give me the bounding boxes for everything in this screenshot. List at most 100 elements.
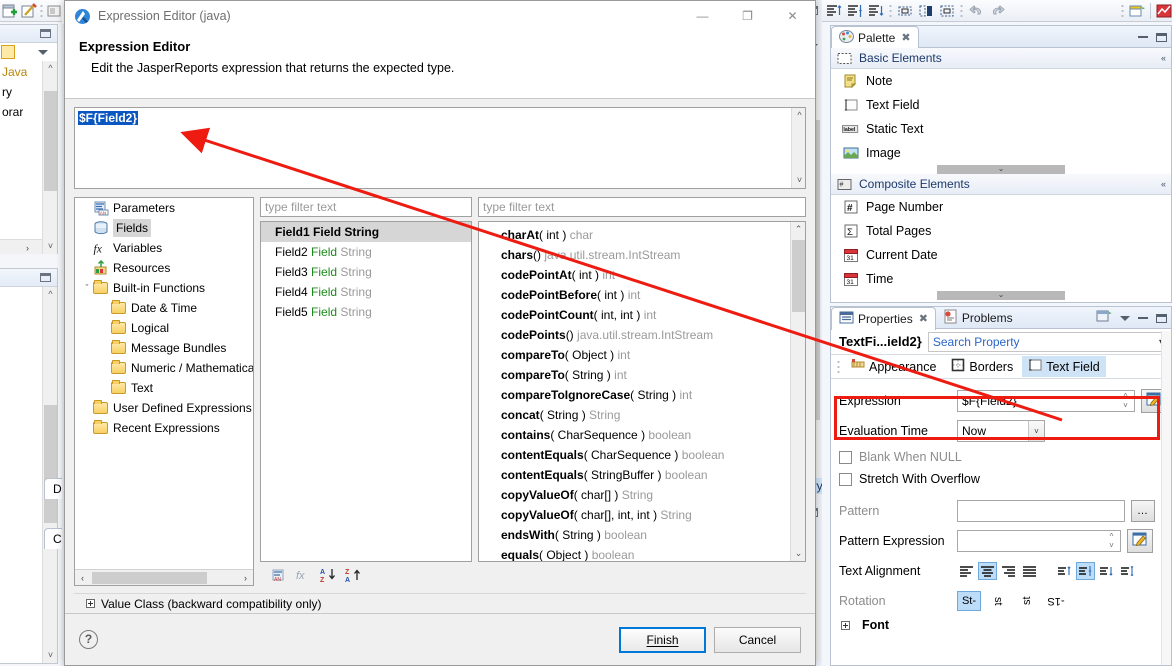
wizard-wand-icon[interactable]: [21, 2, 37, 19]
align-middle-icon[interactable]: [847, 3, 863, 19]
chevron-right-icon[interactable]: «: [1161, 179, 1166, 189]
valign-top-icon[interactable]: [1055, 562, 1074, 580]
blank-when-null-row[interactable]: Blank When NULL: [839, 446, 1167, 468]
tree-item-message-bundles[interactable]: Message Bundles: [75, 338, 253, 358]
chevron-down-icon[interactable]: ⌄: [937, 291, 1065, 300]
spin-up-icon-2[interactable]: ^: [1110, 532, 1114, 541]
fields-list-item[interactable]: Field4 Field String: [261, 282, 471, 302]
size-to-fit-icon[interactable]: [897, 3, 913, 19]
stretch-with-overflow-checkbox[interactable]: [839, 472, 852, 486]
methods-list-item[interactable]: codePoints() java.util.stream.IntStream: [479, 325, 790, 345]
tab-borders[interactable]: Borders: [945, 356, 1019, 377]
chevron-down-icon-eval[interactable]: ˅: [1028, 421, 1044, 441]
tab-palette[interactable]: Palette ✖: [831, 25, 919, 49]
scroll-down-icon-2[interactable]: ˅: [43, 648, 58, 663]
methods-vscrollbar[interactable]: ⌃ ⌄: [790, 222, 805, 561]
tree-hscroll-thumb[interactable]: [92, 571, 207, 584]
tree-hscroll-right-icon[interactable]: ›: [238, 573, 253, 583]
palette-section-composite-elements[interactable]: # Composite Elements «: [831, 174, 1171, 195]
scroll-thumb-2[interactable]: [44, 405, 57, 523]
expr-scroll-up-icon[interactable]: ^: [792, 108, 807, 123]
minimize-icon-props[interactable]: [1138, 317, 1148, 319]
close-button[interactable]: ✕: [770, 1, 815, 31]
tree-hscrollbar[interactable]: ‹ ›: [75, 569, 253, 585]
palette-section-basic-elements[interactable]: Basic Elements «: [831, 48, 1171, 69]
maximize-icon-2[interactable]: [40, 273, 51, 282]
fields-list-item[interactable]: Field5 Field String: [261, 302, 471, 322]
spin-down-icon-2[interactable]: ˅: [1109, 541, 1114, 550]
minimize-icon-pal[interactable]: [1138, 36, 1148, 38]
scroll-up-icon-2[interactable]: ^: [43, 287, 58, 302]
methods-list-item[interactable]: contentEquals( CharSequence ) boolean: [479, 445, 790, 465]
fields-list-item[interactable]: Field2 Field String: [261, 242, 471, 262]
minimize-button[interactable]: —: [680, 1, 725, 31]
methods-list-item[interactable]: endsWith( String ) boolean: [479, 525, 790, 545]
align-left-icon[interactable]: [957, 562, 976, 580]
left-upper-hscrollbar[interactable]: [0, 239, 42, 254]
close-icon[interactable]: ✖: [901, 31, 910, 44]
tab-appearance[interactable]: Appearance: [845, 356, 942, 377]
valign-bottom-icon[interactable]: [1097, 562, 1116, 580]
tree-item-date-time[interactable]: Date & Time: [75, 298, 253, 318]
palette-item-note[interactable]: Note: [831, 69, 1171, 93]
delete-icon[interactable]: [46, 3, 62, 19]
pattern-expression-editor-button[interactable]: [1127, 529, 1153, 553]
help-button[interactable]: ?: [79, 630, 98, 649]
methods-list-item[interactable]: chars() java.util.stream.IntStream: [479, 245, 790, 265]
rotation-90-icon[interactable]: st: [986, 591, 1010, 611]
methods-filter-input[interactable]: type filter text: [478, 197, 806, 217]
expand-plus-icon[interactable]: [86, 599, 95, 608]
sort-az-down-icon[interactable]: A Z: [320, 567, 336, 584]
valign-middle-icon[interactable]: [1076, 562, 1095, 580]
scroll-thumb[interactable]: [44, 91, 57, 191]
pattern-browse-button[interactable]: …: [1131, 500, 1155, 522]
tree-item-user-defined-expressions[interactable]: User Defined Expressions: [75, 398, 253, 418]
rotation-270-icon[interactable]: st: [1015, 591, 1039, 611]
methods-scroll-up-icon[interactable]: ⌃: [791, 222, 805, 237]
left-upper-vscrollbar[interactable]: ^ ˅: [42, 61, 57, 254]
tree-item-recent-expressions[interactable]: Recent Expressions: [75, 418, 253, 438]
evaluation-time-select[interactable]: Now ˅: [957, 420, 1045, 442]
chart-icon[interactable]: [1156, 3, 1172, 19]
tree-item-built-in-functions[interactable]: ˇ Built-in Functions: [75, 278, 253, 298]
sort-za-up-icon[interactable]: Z A: [345, 567, 361, 584]
new-report-icon-2[interactable]: [1129, 3, 1145, 19]
left-lower-vscrollbar[interactable]: ^ ˅: [42, 287, 57, 663]
font-section[interactable]: Font: [839, 616, 1167, 634]
methods-list-item[interactable]: copyValueOf( char[], int, int ) String: [479, 505, 790, 525]
tree-item-variables[interactable]: fx Variables: [75, 238, 253, 258]
new-view-icon[interactable]: [1096, 309, 1112, 327]
rotation-none-icon[interactable]: St-: [957, 591, 981, 611]
scroll-down-icon[interactable]: ˅: [43, 239, 58, 254]
tab-properties[interactable]: Properties ✖: [831, 306, 936, 330]
pattern-expression-input[interactable]: ^ ˅: [957, 530, 1121, 552]
font-expand-plus-icon[interactable]: [841, 620, 850, 630]
align-top-icon[interactable]: [826, 3, 842, 19]
expression-vscrollbar[interactable]: ^ ˅: [791, 108, 805, 188]
palette-item-total-pages[interactable]: Σ Total Pages: [831, 219, 1171, 243]
tree-item-text[interactable]: Text: [75, 378, 253, 398]
match-height-icon[interactable]: [918, 3, 934, 19]
category-tree[interactable]: AN Parameters Fields fx Variables Resources ˇ B…: [75, 198, 254, 569]
pattern-expression-spinner[interactable]: ^ ˅: [1105, 532, 1118, 550]
align-justify-icon[interactable]: [1020, 562, 1039, 580]
rotation-180-icon[interactable]: -1S: [1044, 591, 1068, 611]
properties-vscrollbar[interactable]: [1161, 331, 1171, 665]
value-class-section[interactable]: Value Class (backward compatibility only…: [74, 593, 806, 613]
tree-item-resources[interactable]: Resources: [75, 258, 253, 278]
methods-list-item[interactable]: charAt( int ) char: [479, 225, 790, 245]
methods-scroll-thumb[interactable]: [792, 240, 805, 312]
align-bottom-icon[interactable]: [868, 3, 884, 19]
expression-textarea[interactable]: $F{Field2} ^ ˅: [74, 107, 806, 189]
fields-filter-input[interactable]: type filter text: [260, 197, 472, 217]
fields-list[interactable]: Field1 Field String Field2 Field String Fi…: [260, 221, 472, 562]
tree-hscroll-left-icon[interactable]: ‹: [75, 573, 90, 583]
insert-function-icon[interactable]: fx: [295, 567, 311, 583]
close-icon-props[interactable]: ✖: [919, 312, 928, 325]
expr-scroll-down-icon[interactable]: ˅: [792, 173, 807, 188]
redo-icon[interactable]: [989, 3, 1005, 19]
expression-input[interactable]: $F{Field2} ^ ˅: [957, 390, 1135, 412]
fields-list-item[interactable]: Field3 Field String: [261, 262, 471, 282]
tree-item-logical[interactable]: Logical: [75, 318, 253, 338]
methods-list-item[interactable]: compareToIgnoreCase( String ) int: [479, 385, 790, 405]
